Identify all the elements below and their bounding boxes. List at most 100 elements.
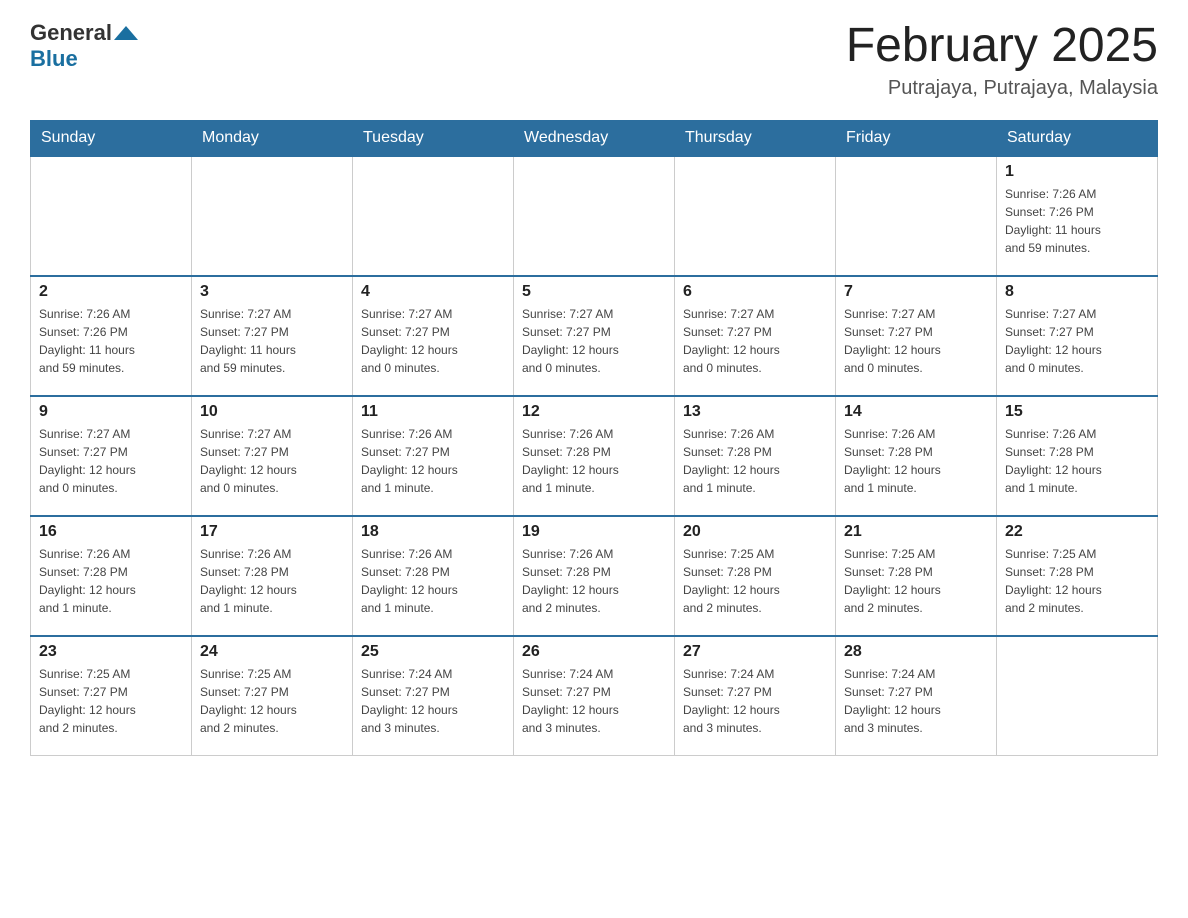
- calendar-cell: 20 Sunrise: 7:25 AMSunset: 7:28 PMDayligh…: [675, 516, 836, 636]
- day-info: Sunrise: 7:27 AMSunset: 7:27 PMDaylight:…: [683, 305, 827, 377]
- day-number: 23: [39, 643, 183, 661]
- calendar-cell: 15 Sunrise: 7:26 AMSunset: 7:28 PMDayligh…: [997, 396, 1158, 516]
- day-info: Sunrise: 7:26 AMSunset: 7:28 PMDaylight:…: [522, 425, 666, 497]
- calendar-cell: 27Sunrise: 7:24 AMSunset: 7:27 PMDayligh…: [675, 636, 836, 756]
- day-number: 14: [844, 403, 988, 421]
- day-info: Sunrise: 7:26 AMSunset: 7:27 PMDaylight:…: [361, 425, 505, 497]
- calendar-cell: [31, 156, 192, 276]
- day-info: Sunrise: 7:27 AMSunset: 7:27 PMDaylight:…: [39, 425, 183, 497]
- day-info: Sunrise: 7:26 AMSunset: 7:28 PMDaylight:…: [1005, 425, 1149, 497]
- calendar-cell: 7 Sunrise: 7:27 AMSunset: 7:27 PMDaylight…: [836, 276, 997, 396]
- day-number: 15: [1005, 403, 1149, 421]
- day-number: 2: [39, 283, 183, 301]
- column-header-wednesday: Wednesday: [514, 120, 675, 156]
- day-number: 17: [200, 523, 344, 541]
- day-info: Sunrise: 7:26 AMSunset: 7:28 PMDaylight:…: [522, 545, 666, 617]
- day-number: 25: [361, 643, 505, 661]
- day-info: Sunrise: 7:26 AMSunset: 7:28 PMDaylight:…: [683, 425, 827, 497]
- calendar-cell: 23 Sunrise: 7:25 AMSunset: 7:27 PMDayligh…: [31, 636, 192, 756]
- calendar-cell: 12Sunrise: 7:26 AMSunset: 7:28 PMDayligh…: [514, 396, 675, 516]
- calendar-cell: 5Sunrise: 7:27 AMSunset: 7:27 PMDaylight…: [514, 276, 675, 396]
- day-info: Sunrise: 7:25 AMSunset: 7:27 PMDaylight:…: [39, 665, 183, 737]
- calendar-cell: [514, 156, 675, 276]
- logo-general: General: [30, 20, 112, 46]
- day-number: 26: [522, 643, 666, 661]
- day-info: Sunrise: 7:26 AMSunset: 7:28 PMDaylight:…: [200, 545, 344, 617]
- week-row-4: 16 Sunrise: 7:26 AMSunset: 7:28 PMDayligh…: [31, 516, 1158, 636]
- day-number: 1: [1005, 163, 1149, 181]
- header: General Blue February 2025 Putrajaya, Pu…: [30, 20, 1158, 100]
- day-info: Sunrise: 7:27 AMSunset: 7:27 PMDaylight:…: [1005, 305, 1149, 377]
- day-info: Sunrise: 7:25 AMSunset: 7:28 PMDaylight:…: [844, 545, 988, 617]
- day-number: 9: [39, 403, 183, 421]
- column-header-friday: Friday: [836, 120, 997, 156]
- calendar-cell: 25 Sunrise: 7:24 AMSunset: 7:27 PMDayligh…: [353, 636, 514, 756]
- calendar-header-row: SundayMondayTuesdayWednesdayThursdayFrid…: [31, 120, 1158, 156]
- logo: General Blue: [30, 20, 138, 72]
- day-number: 16: [39, 523, 183, 541]
- week-row-1: 1 Sunrise: 7:26 AMSunset: 7:26 PMDaylight…: [31, 156, 1158, 276]
- day-number: 24: [200, 643, 344, 661]
- day-info: Sunrise: 7:27 AMSunset: 7:27 PMDaylight:…: [200, 305, 344, 377]
- calendar-cell: 8 Sunrise: 7:27 AMSunset: 7:27 PMDaylight…: [997, 276, 1158, 396]
- day-info: Sunrise: 7:26 AMSunset: 7:28 PMDaylight:…: [844, 425, 988, 497]
- logo-blue: Blue: [30, 46, 78, 72]
- calendar-cell: 1 Sunrise: 7:26 AMSunset: 7:26 PMDaylight…: [997, 156, 1158, 276]
- day-info: Sunrise: 7:26 AMSunset: 7:28 PMDaylight:…: [39, 545, 183, 617]
- day-info: Sunrise: 7:27 AMSunset: 7:27 PMDaylight:…: [200, 425, 344, 497]
- calendar-cell: [192, 156, 353, 276]
- day-number: 8: [1005, 283, 1149, 301]
- day-number: 21: [844, 523, 988, 541]
- day-info: Sunrise: 7:24 AMSunset: 7:27 PMDaylight:…: [683, 665, 827, 737]
- day-number: 13: [683, 403, 827, 421]
- day-number: 3: [200, 283, 344, 301]
- day-info: Sunrise: 7:26 AMSunset: 7:26 PMDaylight:…: [1005, 185, 1149, 257]
- column-header-saturday: Saturday: [997, 120, 1158, 156]
- day-number: 10: [200, 403, 344, 421]
- column-header-tuesday: Tuesday: [353, 120, 514, 156]
- calendar-cell: 11 Sunrise: 7:26 AMSunset: 7:27 PMDayligh…: [353, 396, 514, 516]
- day-info: Sunrise: 7:27 AMSunset: 7:27 PMDaylight:…: [522, 305, 666, 377]
- calendar-cell: 17 Sunrise: 7:26 AMSunset: 7:28 PMDayligh…: [192, 516, 353, 636]
- calendar-cell: 2Sunrise: 7:26 AMSunset: 7:26 PMDaylight…: [31, 276, 192, 396]
- day-info: Sunrise: 7:27 AMSunset: 7:27 PMDaylight:…: [844, 305, 988, 377]
- day-info: Sunrise: 7:24 AMSunset: 7:27 PMDaylight:…: [844, 665, 988, 737]
- day-number: 18: [361, 523, 505, 541]
- day-number: 6: [683, 283, 827, 301]
- title-area: February 2025 Putrajaya, Putrajaya, Mala…: [846, 20, 1158, 100]
- calendar-cell: 13 Sunrise: 7:26 AMSunset: 7:28 PMDayligh…: [675, 396, 836, 516]
- column-header-monday: Monday: [192, 120, 353, 156]
- calendar-cell: 24 Sunrise: 7:25 AMSunset: 7:27 PMDayligh…: [192, 636, 353, 756]
- calendar-cell: 6 Sunrise: 7:27 AMSunset: 7:27 PMDaylight…: [675, 276, 836, 396]
- day-info: Sunrise: 7:24 AMSunset: 7:27 PMDaylight:…: [361, 665, 505, 737]
- calendar-cell: 26 Sunrise: 7:24 AMSunset: 7:27 PMDayligh…: [514, 636, 675, 756]
- day-info: Sunrise: 7:26 AMSunset: 7:28 PMDaylight:…: [361, 545, 505, 617]
- day-number: 11: [361, 403, 505, 421]
- calendar-cell: 18 Sunrise: 7:26 AMSunset: 7:28 PMDayligh…: [353, 516, 514, 636]
- day-number: 22: [1005, 523, 1149, 541]
- day-info: Sunrise: 7:24 AMSunset: 7:27 PMDaylight:…: [522, 665, 666, 737]
- day-number: 7: [844, 283, 988, 301]
- calendar-cell: 10 Sunrise: 7:27 AMSunset: 7:27 PMDayligh…: [192, 396, 353, 516]
- day-number: 20: [683, 523, 827, 541]
- calendar-cell: 16 Sunrise: 7:26 AMSunset: 7:28 PMDayligh…: [31, 516, 192, 636]
- week-row-5: 23 Sunrise: 7:25 AMSunset: 7:27 PMDayligh…: [31, 636, 1158, 756]
- subtitle: Putrajaya, Putrajaya, Malaysia: [846, 77, 1158, 100]
- calendar-cell: 14 Sunrise: 7:26 AMSunset: 7:28 PMDayligh…: [836, 396, 997, 516]
- calendar-cell: 9 Sunrise: 7:27 AMSunset: 7:27 PMDaylight…: [31, 396, 192, 516]
- day-info: Sunrise: 7:25 AMSunset: 7:28 PMDaylight:…: [683, 545, 827, 617]
- week-row-3: 9 Sunrise: 7:27 AMSunset: 7:27 PMDaylight…: [31, 396, 1158, 516]
- calendar-cell: 22 Sunrise: 7:25 AMSunset: 7:28 PMDayligh…: [997, 516, 1158, 636]
- logo-triangle-icon: [114, 26, 138, 40]
- day-number: 19: [522, 523, 666, 541]
- day-info: Sunrise: 7:25 AMSunset: 7:28 PMDaylight:…: [1005, 545, 1149, 617]
- calendar-cell: 21 Sunrise: 7:25 AMSunset: 7:28 PMDayligh…: [836, 516, 997, 636]
- calendar-cell: [997, 636, 1158, 756]
- calendar-cell: 19 Sunrise: 7:26 AMSunset: 7:28 PMDayligh…: [514, 516, 675, 636]
- column-header-sunday: Sunday: [31, 120, 192, 156]
- day-info: Sunrise: 7:25 AMSunset: 7:27 PMDaylight:…: [200, 665, 344, 737]
- calendar-cell: 28Sunrise: 7:24 AMSunset: 7:27 PMDayligh…: [836, 636, 997, 756]
- column-header-thursday: Thursday: [675, 120, 836, 156]
- day-number: 4: [361, 283, 505, 301]
- page-title: February 2025: [846, 20, 1158, 73]
